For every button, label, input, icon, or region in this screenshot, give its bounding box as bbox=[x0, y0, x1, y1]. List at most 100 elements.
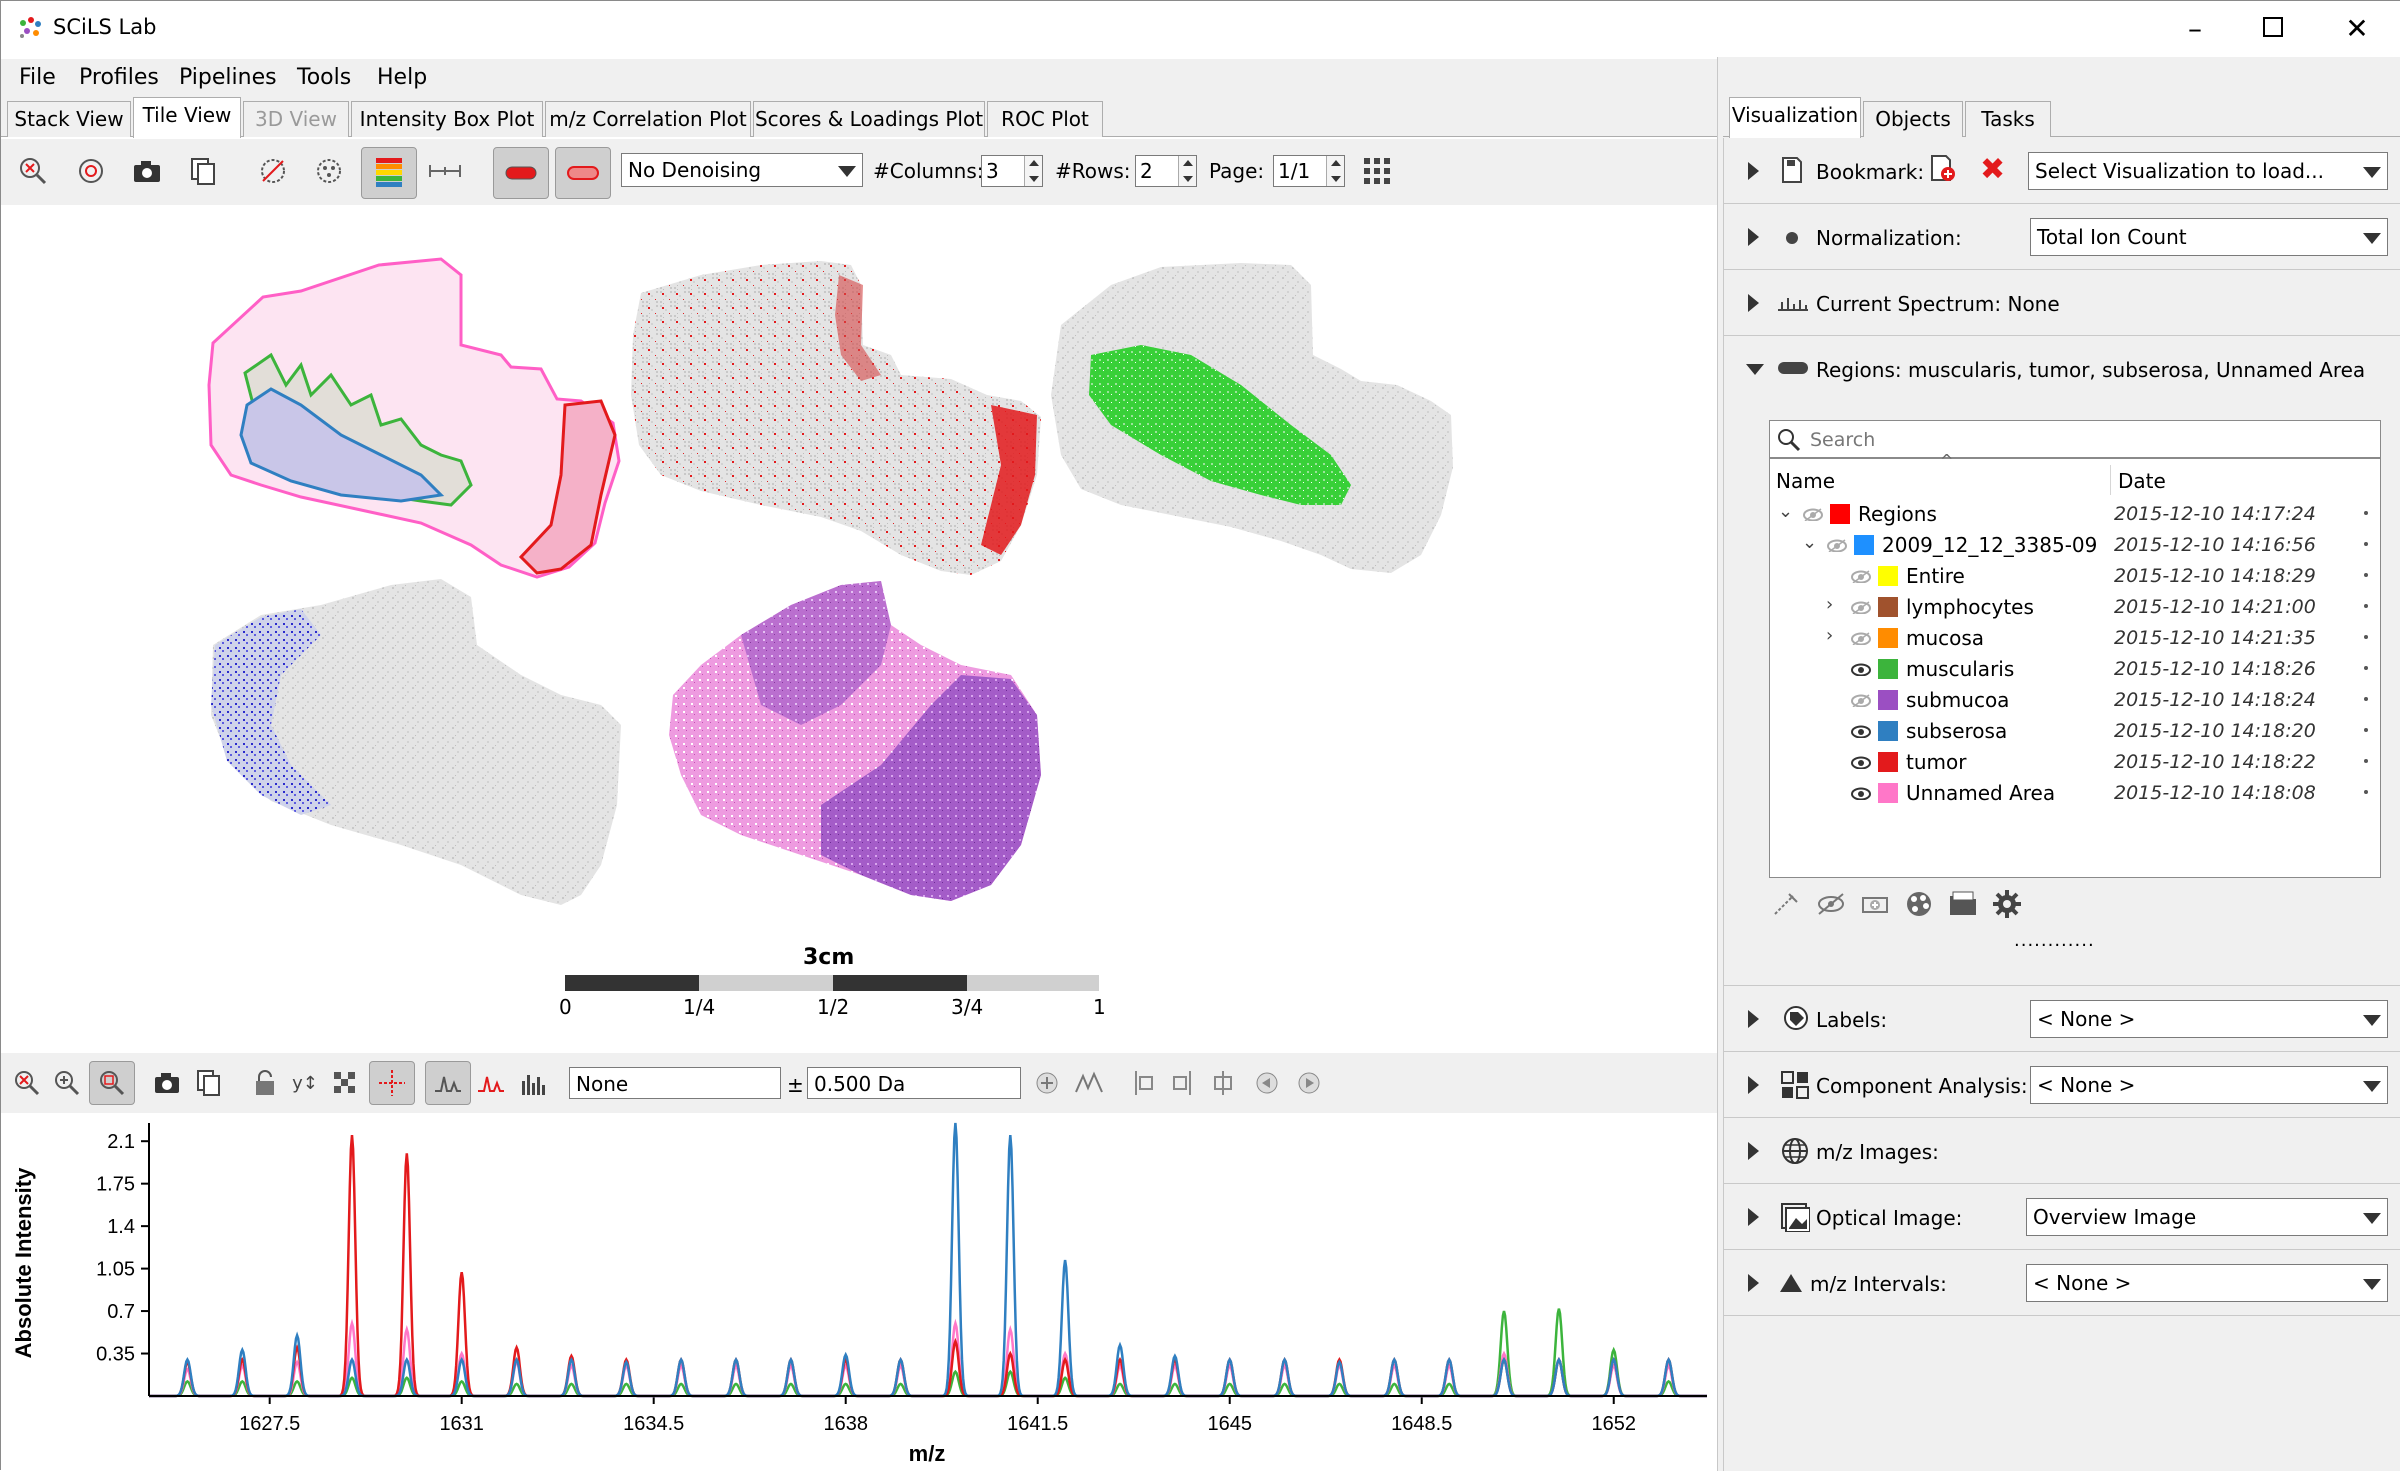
close-window-button[interactable]: ✕ bbox=[2337, 11, 2377, 47]
spin-arrows-icon[interactable] bbox=[1178, 156, 1196, 186]
labels-select[interactable]: < None > bbox=[2030, 1000, 2388, 1038]
region-fill-icon[interactable] bbox=[493, 147, 549, 199]
tolerance-field[interactable]: 0.500 Da bbox=[807, 1067, 1021, 1099]
tab-scores-loadings-plot[interactable]: Scores & Loadings Plot bbox=[753, 101, 985, 137]
checker-icon[interactable] bbox=[325, 1063, 365, 1103]
folder-icon[interactable] bbox=[1947, 888, 1979, 920]
tab-visualization[interactable]: Visualization bbox=[1729, 97, 1861, 138]
delete-bookmark-icon[interactable]: ✖ bbox=[1980, 152, 2005, 187]
peak-value-field[interactable]: None bbox=[569, 1067, 781, 1099]
row-menu-dot[interactable] bbox=[2364, 728, 2368, 732]
menu-tools[interactable]: Tools bbox=[297, 65, 351, 90]
chevron-down-icon[interactable]: ⌄ bbox=[1778, 501, 1793, 522]
copy-icon[interactable] bbox=[189, 1063, 229, 1103]
copy-icon[interactable] bbox=[183, 151, 223, 191]
chevron-right-icon[interactable]: › bbox=[1826, 625, 1833, 646]
resize-handle[interactable]: ............ bbox=[2014, 930, 2095, 951]
spectrum-overlay-icon[interactable] bbox=[471, 1063, 511, 1103]
rows-spinner[interactable]: 2 bbox=[1135, 155, 1197, 187]
region-color-swatch[interactable] bbox=[1854, 535, 1874, 555]
eye-icon[interactable] bbox=[1850, 786, 1872, 800]
denoising-select[interactable]: No Denoising bbox=[621, 153, 863, 187]
row-menu-dot[interactable] bbox=[2364, 759, 2368, 763]
region-row[interactable]: tumor 2015-12-10 14:18:22 bbox=[1770, 747, 2380, 778]
expand-icon[interactable] bbox=[1748, 1208, 1759, 1226]
row-menu-dot[interactable] bbox=[2364, 697, 2368, 701]
crosshair-icon[interactable] bbox=[369, 1061, 415, 1105]
menu-pipelines[interactable]: Pipelines bbox=[179, 65, 277, 90]
show-spots-icon[interactable] bbox=[309, 151, 349, 191]
edit-region-icon[interactable] bbox=[1771, 888, 1803, 920]
tab-tile-view[interactable]: Tile View bbox=[133, 97, 241, 138]
menu-file[interactable]: File bbox=[19, 65, 56, 90]
find-peaks-icon[interactable] bbox=[1069, 1063, 1109, 1103]
zoom-box-icon[interactable] bbox=[89, 1061, 135, 1105]
tab-stack-view[interactable]: Stack View bbox=[7, 101, 131, 137]
add-bookmark-icon[interactable] bbox=[1928, 154, 1958, 184]
tab-mz-correlation-plot[interactable]: m/z Correlation Plot bbox=[545, 101, 751, 137]
region-color-swatch[interactable] bbox=[1878, 628, 1898, 648]
palette-icon[interactable] bbox=[1903, 888, 1935, 920]
optical-image-select[interactable]: Overview Image bbox=[2026, 1198, 2388, 1236]
hide-region-icon[interactable] bbox=[1815, 888, 1847, 920]
peak-bars-icon[interactable] bbox=[513, 1063, 553, 1103]
expand-icon[interactable] bbox=[1748, 1274, 1759, 1292]
colormap-icon[interactable] bbox=[361, 147, 417, 199]
region-row[interactable]: ⌄ Regions 2015-12-10 14:17:24 bbox=[1770, 499, 2380, 530]
row-menu-dot[interactable] bbox=[2364, 542, 2368, 546]
region-color-swatch[interactable] bbox=[1830, 504, 1850, 524]
zoom-in-icon[interactable] bbox=[47, 1063, 87, 1103]
region-row[interactable]: Entire 2015-12-10 14:18:29 bbox=[1770, 561, 2380, 592]
hide-spots-icon[interactable] bbox=[253, 151, 293, 191]
interval-right-icon[interactable] bbox=[1163, 1063, 1203, 1103]
page-spinner[interactable]: 1/1 bbox=[1273, 155, 1345, 187]
interval-left-icon[interactable] bbox=[1123, 1063, 1163, 1103]
row-menu-dot[interactable] bbox=[2364, 573, 2368, 577]
eye-hidden-icon[interactable] bbox=[1850, 693, 1872, 707]
expand-icon[interactable] bbox=[1748, 228, 1759, 246]
scalebar-icon[interactable] bbox=[425, 151, 465, 191]
eye-hidden-icon[interactable] bbox=[1826, 538, 1848, 552]
region-row[interactable]: submucoa 2015-12-10 14:18:24 bbox=[1770, 685, 2380, 716]
expand-icon[interactable] bbox=[1748, 1076, 1759, 1094]
tab-intensity-box-plot[interactable]: Intensity Box Plot bbox=[351, 101, 543, 137]
spectrum-plot[interactable]: 0.35 0.7 1.05 1.4 1.75 2.1 1627.5 1631 1634.5 16… bbox=[1, 1113, 1717, 1471]
camera-icon[interactable] bbox=[147, 1063, 187, 1103]
region-search-field[interactable]: Search bbox=[1769, 420, 2381, 458]
collapse-icon[interactable] bbox=[1746, 364, 1764, 375]
menu-profiles[interactable]: Profiles bbox=[79, 65, 159, 90]
zoom-reset-icon[interactable] bbox=[7, 1063, 47, 1103]
eye-hidden-icon[interactable] bbox=[1850, 600, 1872, 614]
redo-icon[interactable] bbox=[1289, 1063, 1329, 1103]
row-menu-dot[interactable] bbox=[2364, 666, 2368, 670]
tab-tasks[interactable]: Tasks bbox=[1965, 101, 2051, 137]
menu-help[interactable]: Help bbox=[377, 65, 427, 90]
region-color-swatch[interactable] bbox=[1878, 597, 1898, 617]
columns-spinner[interactable]: 3 bbox=[981, 155, 1043, 187]
add-interval-icon[interactable] bbox=[1027, 1063, 1067, 1103]
spectrum-chart[interactable]: 0.35 0.7 1.05 1.4 1.75 2.1 1627.5 1631 1634.5 16… bbox=[1, 1113, 1717, 1471]
region-row[interactable]: ⌄ 2009_12_12_3385-09 2015-12-10 14:16:56 bbox=[1770, 530, 2380, 561]
camera-icon[interactable] bbox=[127, 151, 167, 191]
eye-icon[interactable] bbox=[1850, 724, 1872, 738]
spin-arrows-icon[interactable] bbox=[1024, 156, 1042, 186]
region-color-swatch[interactable] bbox=[1878, 752, 1898, 772]
lock-icon[interactable] bbox=[245, 1063, 285, 1103]
chevron-right-icon[interactable]: › bbox=[1826, 594, 1833, 615]
eye-icon[interactable] bbox=[1850, 662, 1872, 676]
zoom-reset-icon[interactable] bbox=[13, 151, 53, 191]
column-date[interactable]: Date bbox=[2118, 469, 2166, 493]
settings-gear-icon[interactable] bbox=[1991, 888, 2023, 920]
tab-roc-plot[interactable]: ROC Plot bbox=[987, 101, 1103, 137]
region-color-swatch[interactable] bbox=[1878, 721, 1898, 741]
region-color-swatch[interactable] bbox=[1878, 783, 1898, 803]
region-color-swatch[interactable] bbox=[1878, 566, 1898, 586]
add-region-icon[interactable] bbox=[1859, 888, 1891, 920]
region-row[interactable]: › mucosa 2015-12-10 14:21:35 bbox=[1770, 623, 2380, 654]
eye-icon[interactable] bbox=[1850, 755, 1872, 769]
spectrum-mean-icon[interactable] bbox=[425, 1061, 471, 1105]
target-icon[interactable] bbox=[71, 151, 111, 191]
row-menu-dot[interactable] bbox=[2364, 790, 2368, 794]
undo-icon[interactable] bbox=[1247, 1063, 1287, 1103]
row-menu-dot[interactable] bbox=[2364, 604, 2368, 608]
